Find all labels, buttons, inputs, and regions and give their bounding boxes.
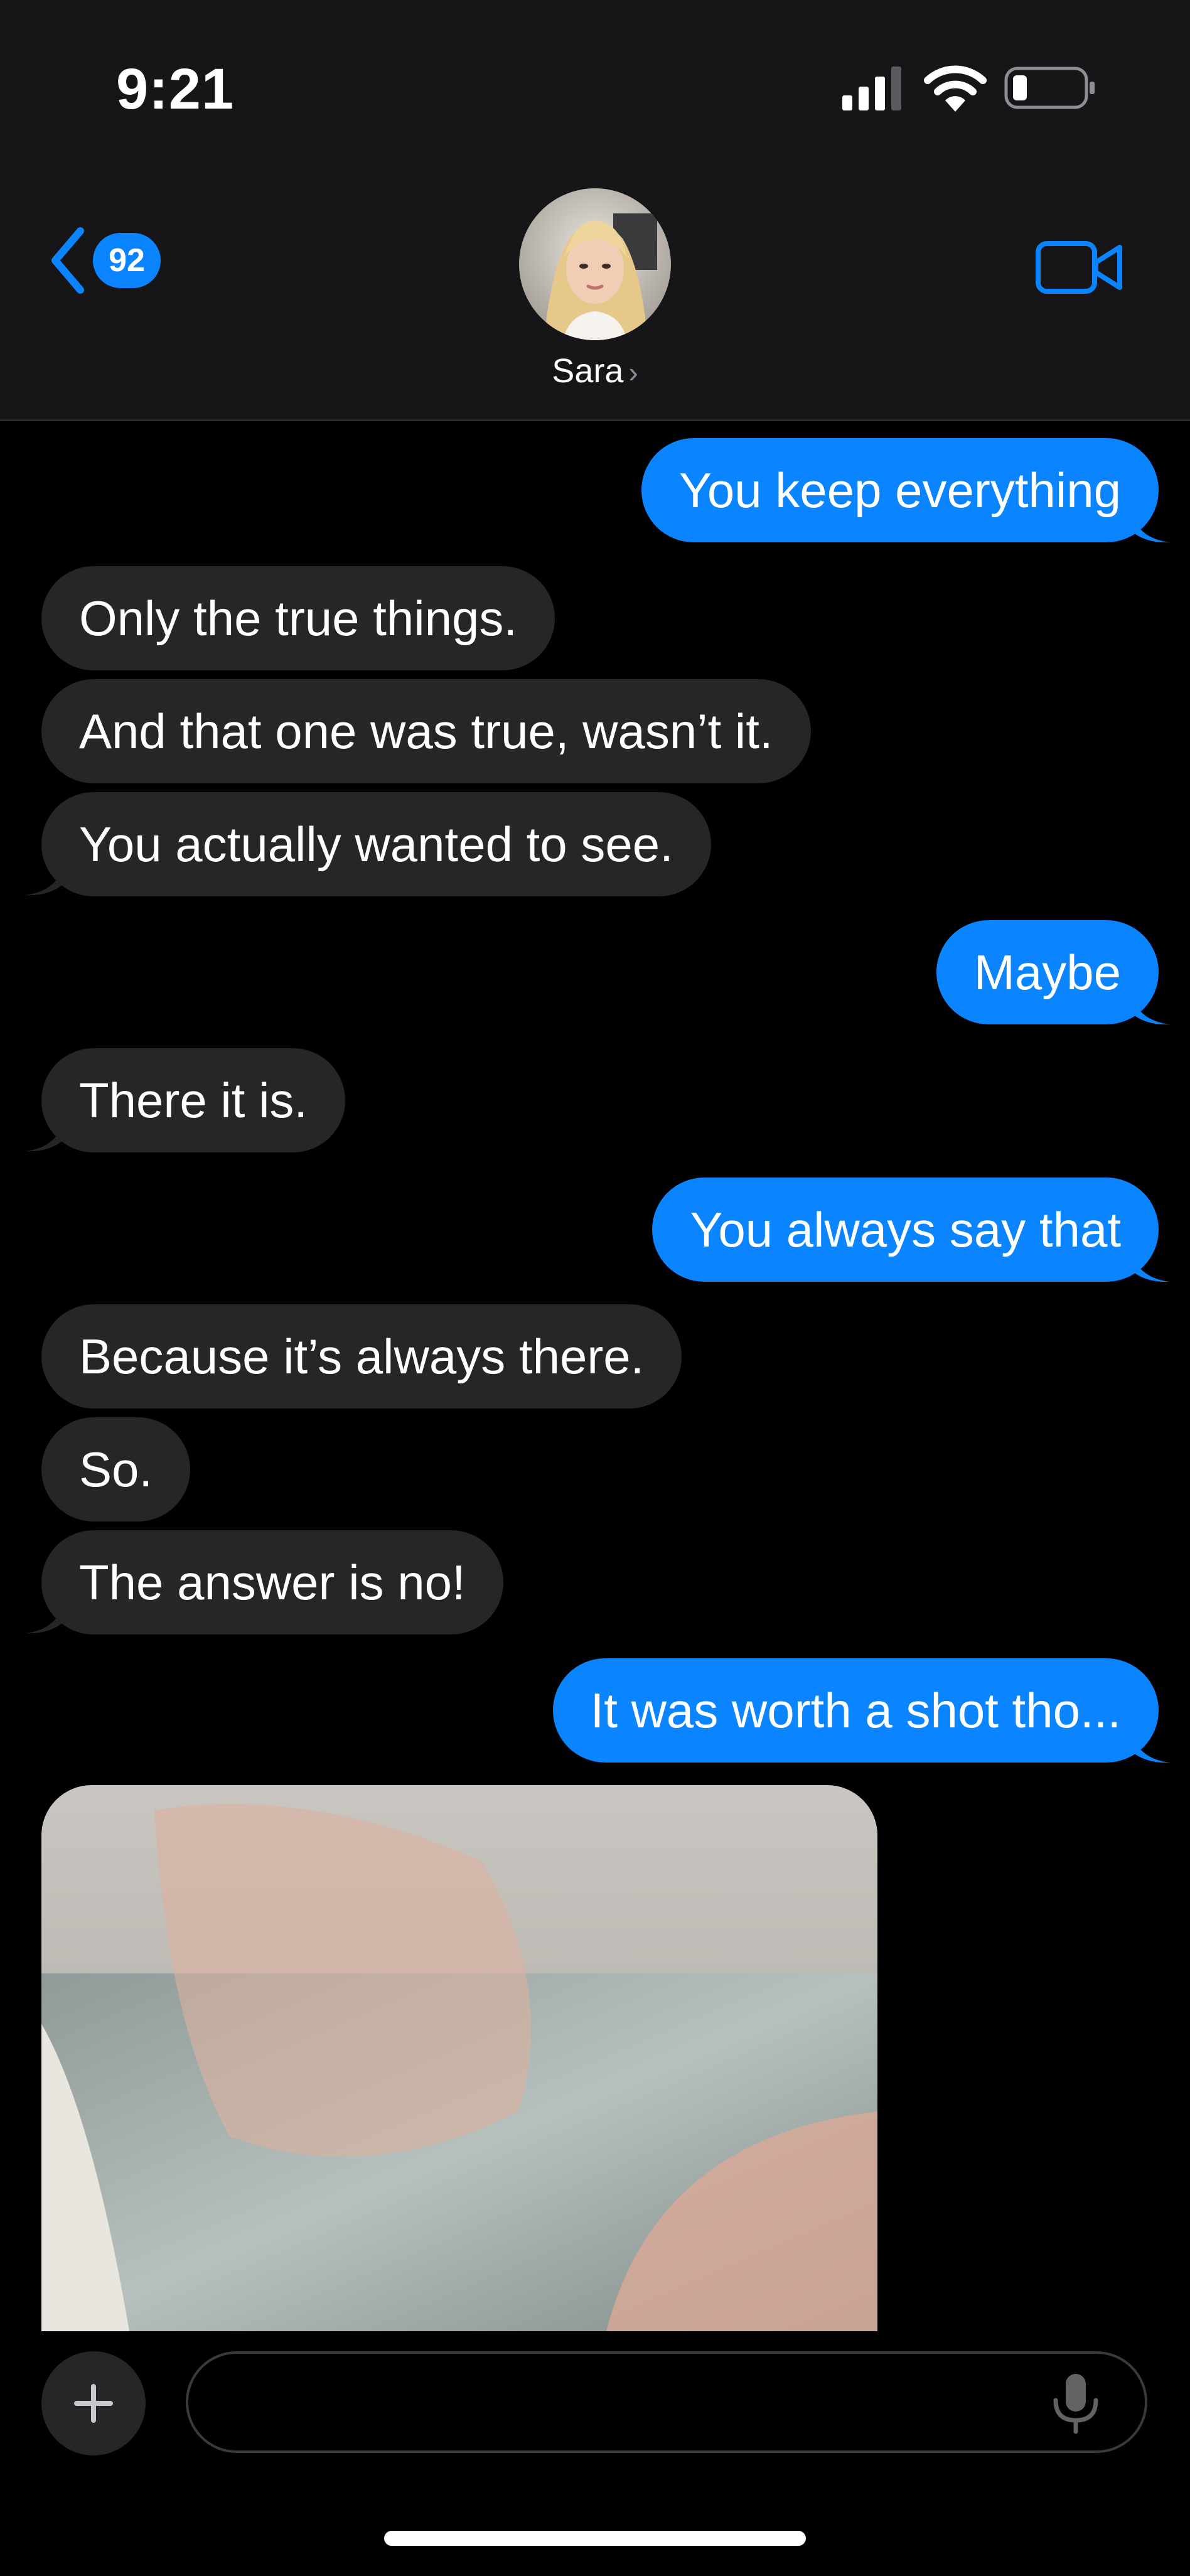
message-input[interactable] [186,2351,1147,2453]
contact-avatar[interactable] [519,188,671,340]
incoming-message[interactable]: Because it’s always there. [41,1304,682,1409]
incoming-message[interactable]: So. [41,1417,191,1521]
incoming-message[interactable]: And that one was true, wasn’t it. [41,679,811,783]
conversation-header: 9:21 92 Sara › [0,0,1190,421]
incoming-message[interactable]: There it is. [41,1048,346,1152]
incoming-message[interactable]: You actually wanted to see. [41,792,711,896]
bubble-tail [1130,989,1170,1025]
wifi-icon [924,65,987,112]
chevron-right-icon: › [628,356,638,389]
bubble-tail [1130,1727,1170,1763]
bubble-tail [1130,1247,1170,1282]
back-button[interactable]: 92 [49,226,161,295]
outgoing-message[interactable]: You keep everything [641,438,1159,542]
status-time: 9:21 [116,57,235,121]
bubble-tail [1130,507,1170,543]
unread-count-badge: 92 [93,233,161,288]
bubble-tail [25,860,65,896]
outgoing-message[interactable]: Maybe [936,920,1159,1024]
cellular-signal-icon [842,67,901,110]
outgoing-message[interactable]: You always say that [652,1178,1159,1282]
incoming-message[interactable]: Only the true things. [41,566,555,670]
video-camera-icon[interactable] [1036,237,1123,298]
microphone-icon[interactable] [1049,2371,1102,2434]
outgoing-message[interactable]: It was worth a shot tho... [552,1658,1159,1763]
contact-name: Sara [552,352,624,390]
contact-name-button[interactable]: Sara › [0,352,1190,390]
incoming-message[interactable]: The answer is no! [41,1530,503,1634]
back-chevron-icon [51,227,84,294]
bubble-tail [25,1116,65,1152]
plus-icon [74,2384,113,2423]
battery-icon [1004,67,1095,109]
home-indicator[interactable] [384,2531,806,2546]
bubble-tail [25,1598,65,1634]
photo-attachment[interactable] [41,1785,877,2331]
add-attachment-button[interactable] [41,2351,146,2455]
